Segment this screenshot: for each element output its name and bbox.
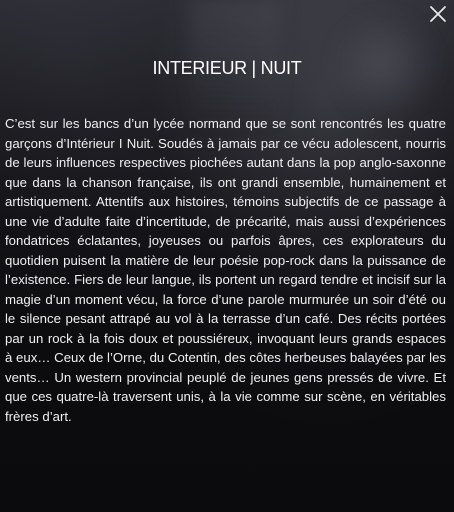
artist-modal: INTERIEUR | NUIT C’est sur les bancs d’u… <box>0 0 454 512</box>
close-icon <box>430 6 446 22</box>
close-button[interactable] <box>428 4 448 24</box>
modal-title: INTERIEUR | NUIT <box>152 58 302 78</box>
artist-description: C’est sur les bancs d’un lycée normand q… <box>5 116 446 424</box>
